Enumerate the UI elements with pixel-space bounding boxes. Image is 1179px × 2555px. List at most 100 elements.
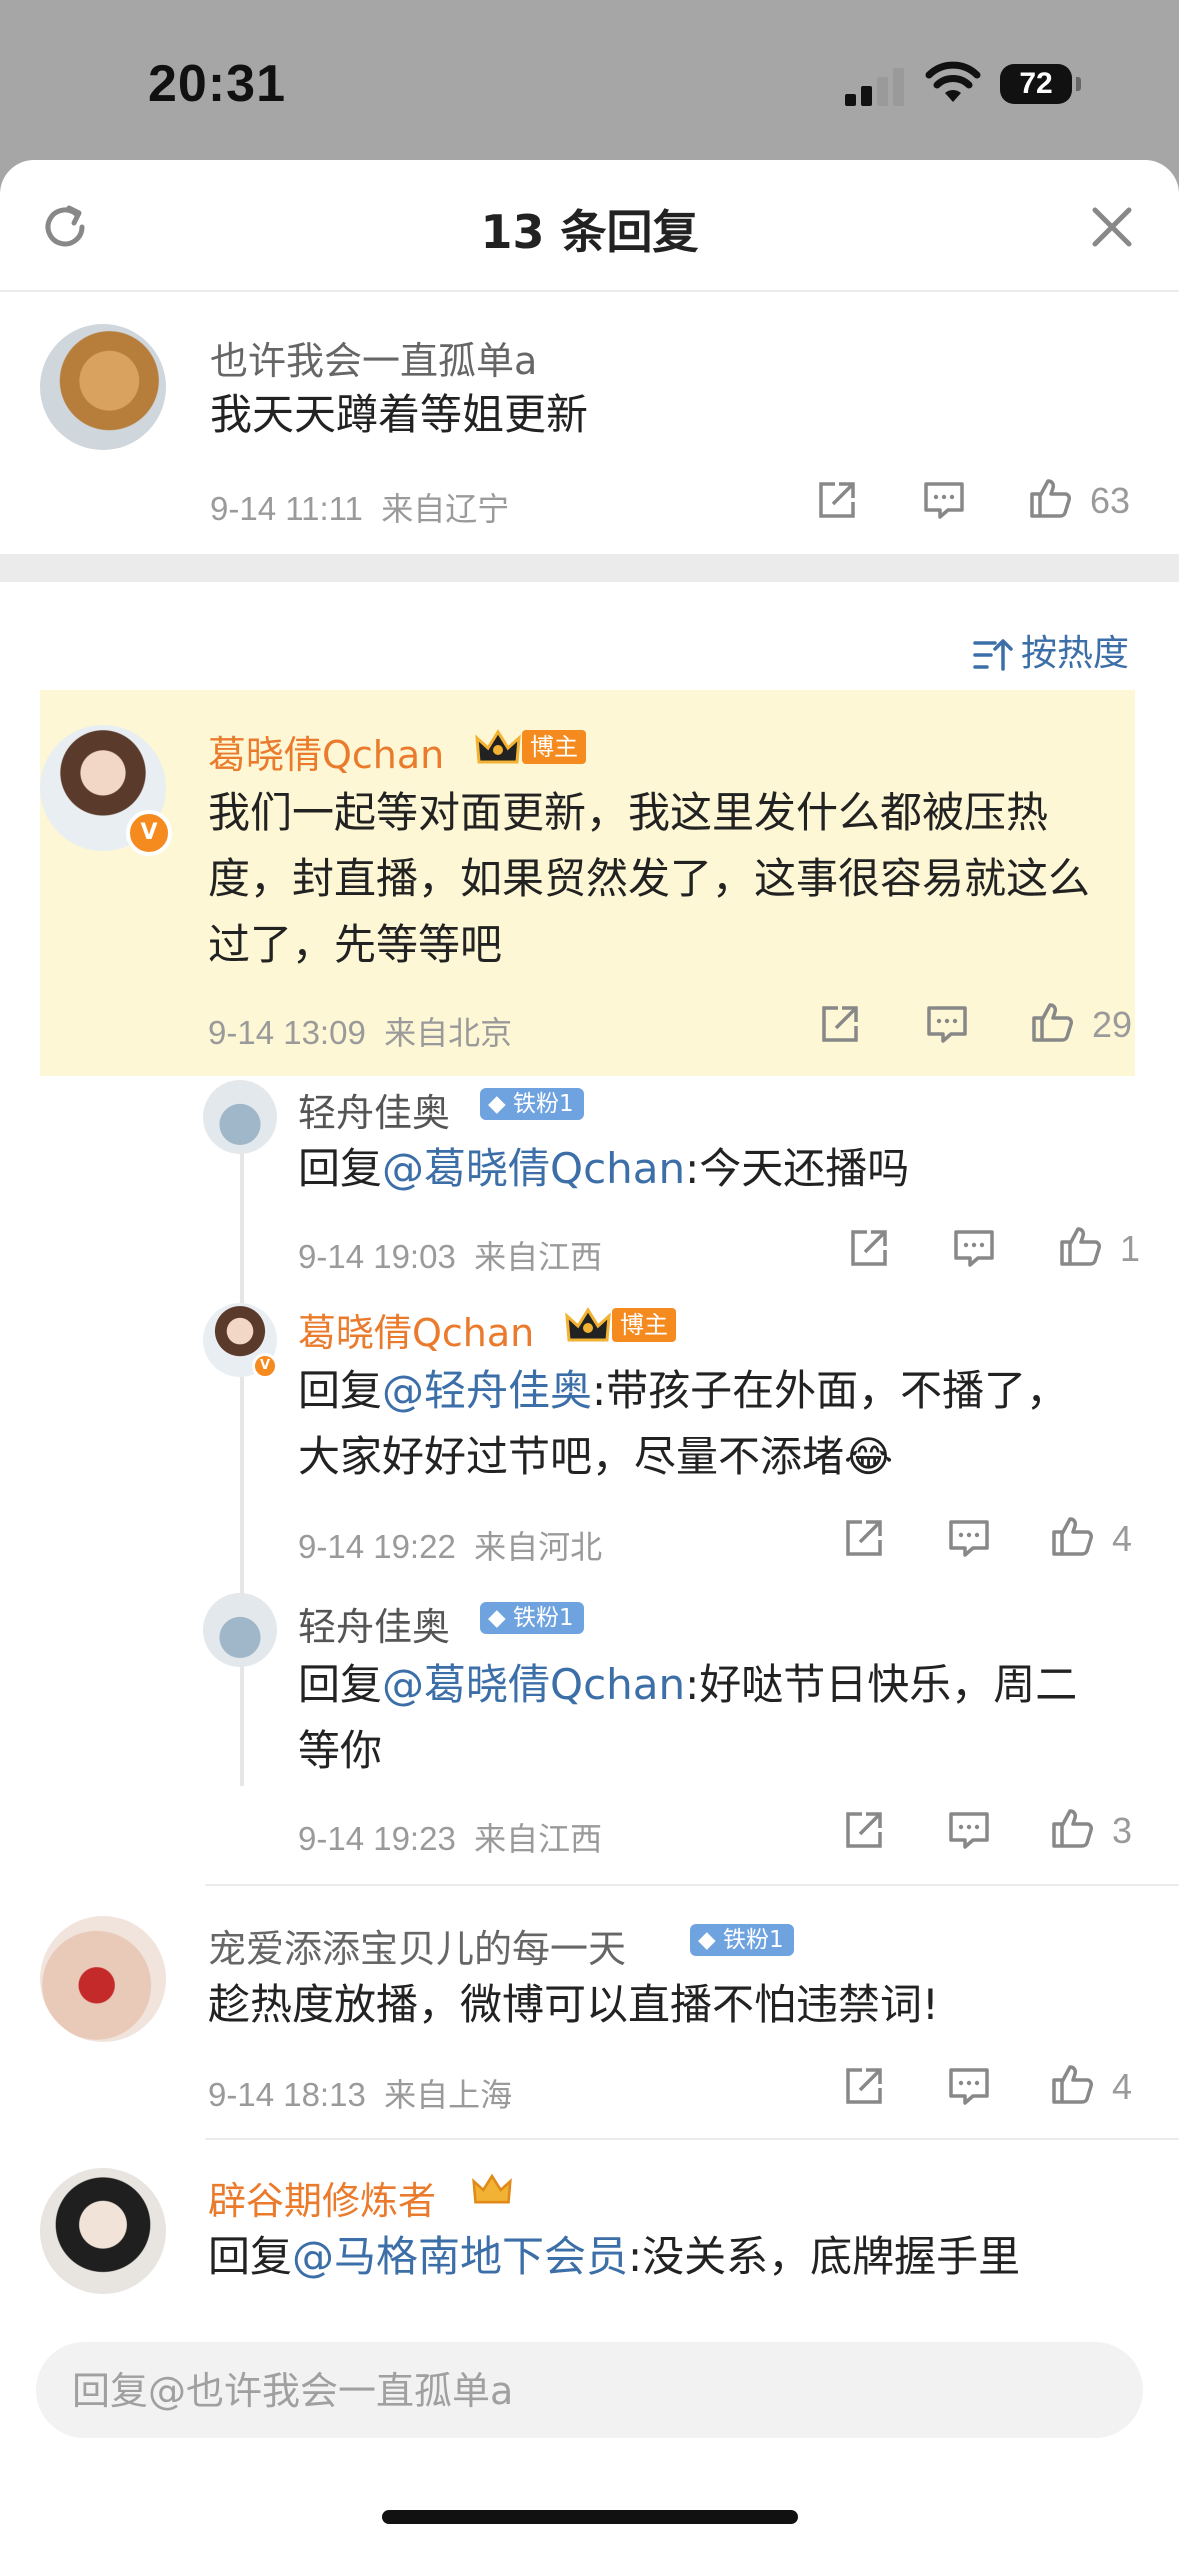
- like-icon[interactable]: [1058, 1224, 1102, 1268]
- cellular-signal-icon: [845, 64, 905, 106]
- share-icon[interactable]: [842, 2064, 886, 2108]
- reply-prefix: 回复: [298, 1366, 383, 1415]
- like-icon[interactable]: [1050, 1514, 1094, 1558]
- like-count: 29: [1092, 1004, 1133, 1045]
- fan-badge: ◆ 铁粉1: [480, 1602, 584, 1634]
- mention-link[interactable]: @葛晓倩Qchan: [382, 1660, 685, 1709]
- comment-location: 来自辽宁: [381, 490, 510, 528]
- like-count: 4: [1112, 1518, 1133, 1559]
- like-icon[interactable]: [1030, 1000, 1074, 1044]
- like-count: 4: [1112, 2066, 1133, 2107]
- reply-text: 回复@葛晓倩Qchan:今天还播吗: [298, 1136, 909, 1202]
- comment-location: 来自河北: [474, 1528, 603, 1566]
- comment-date: 9-14 18:13: [208, 2076, 366, 2113]
- comment-date: 9-14 19:23: [298, 1820, 456, 1857]
- input-area: [0, 2310, 1179, 2555]
- blogger-badge: 博主: [522, 730, 586, 764]
- like-count: 3: [1112, 1810, 1133, 1851]
- comment-separator: [205, 1884, 1179, 1886]
- like-icon[interactable]: [1028, 476, 1072, 520]
- fan-badge-label: 铁粉1: [513, 1091, 574, 1117]
- comment-location: 来自上海: [384, 2076, 513, 2114]
- reply-text: 回复@轻舟佳奥:带孩子在外面，不播了，大家好好过节吧，尽量不添堵😂: [298, 1358, 1098, 1490]
- reply-icon[interactable]: [925, 1002, 969, 1046]
- commenter-name[interactable]: 也许我会一直孤单a: [210, 330, 537, 385]
- share-icon[interactable]: [815, 478, 859, 522]
- laughing-crying-emoji-icon: 😂: [844, 1432, 894, 1481]
- like-count: 63: [1090, 480, 1131, 521]
- commenter-name[interactable]: 辟谷期修炼者: [208, 2170, 436, 2225]
- reply-icon[interactable]: [947, 1808, 991, 1852]
- reply-input-container[interactable]: [36, 2342, 1143, 2440]
- avatar[interactable]: [203, 1593, 277, 1667]
- comment-text: 趁热度放播，微博可以直播不怕违禁词!: [208, 1980, 939, 2029]
- status-bar: 20:31 72: [0, 0, 1179, 170]
- reply-input[interactable]: [70, 2342, 1114, 2440]
- replies-sheet: 13 条回复 也许我会一直孤单a 我天天蹲着等姐更新 9-14 11:11 来自…: [0, 160, 1179, 2555]
- avatar[interactable]: [40, 1916, 166, 2042]
- verified-badge-icon: V: [252, 1353, 278, 1379]
- share-icon[interactable]: [842, 1516, 886, 1560]
- avatar[interactable]: [40, 2168, 166, 2294]
- comment-text: 我天天蹲着等姐更新: [210, 390, 589, 439]
- fan-badge-label: 铁粉1: [723, 1927, 784, 1953]
- reply-icon[interactable]: [922, 478, 966, 522]
- sheet-title: 13 条回复: [480, 205, 699, 259]
- sort-by-hot-button[interactable]: 按热度: [973, 624, 1129, 676]
- share-icon[interactable]: [818, 1002, 862, 1046]
- home-indicator: [382, 2510, 798, 2524]
- sort-label: 按热度: [1021, 633, 1130, 674]
- blogger-badge: 博主: [612, 1308, 676, 1342]
- reply-icon[interactable]: [947, 2064, 991, 2108]
- reply-content: :没关系，底牌握手里: [628, 2232, 1021, 2281]
- comment-meta: 9-14 19:23 来自江西: [298, 1814, 602, 1860]
- share-icon[interactable]: [842, 1808, 886, 1852]
- reply-icon[interactable]: [952, 1226, 996, 1270]
- mention-link[interactable]: @葛晓倩Qchan: [382, 1144, 685, 1193]
- reply-content: :今天还播吗: [685, 1144, 910, 1193]
- commenter-name[interactable]: 葛晓倩Qchan: [208, 724, 444, 779]
- sort-icon: [973, 639, 1013, 671]
- like-icon[interactable]: [1050, 1806, 1094, 1850]
- comment-meta: 9-14 19:03 来自江西: [298, 1232, 602, 1278]
- commenter-name[interactable]: 轻舟佳奥: [298, 1082, 450, 1137]
- comment-separator: [205, 2138, 1179, 2140]
- fan-badge: ◆ 铁粉1: [480, 1088, 584, 1120]
- reply-prefix: 回复: [208, 2232, 293, 2281]
- commenter-name[interactable]: 宠爱添添宝贝儿的每一天: [208, 1918, 626, 1973]
- status-time: 20:31: [148, 55, 286, 113]
- mention-link[interactable]: @马格南地下会员: [292, 2232, 628, 2281]
- close-icon[interactable]: [1087, 202, 1137, 252]
- reply-icon[interactable]: [947, 1516, 991, 1560]
- comment-meta: 9-14 18:13 来自上海: [208, 2070, 512, 2116]
- share-icon[interactable]: [847, 1226, 891, 1270]
- comment-date: 9-14 11:11: [210, 490, 363, 527]
- wifi-icon: [925, 61, 981, 102]
- like-count: 1: [1120, 1228, 1141, 1269]
- crown-icon: [475, 728, 521, 768]
- reply-prefix: 回复: [298, 1144, 383, 1193]
- verified-badge-icon: V: [126, 810, 172, 856]
- comment-text: 我们一起等对面更新，我这里发什么都被压热度，封直播，如果贸然发了，这事很容易就这…: [208, 788, 1091, 969]
- crown-icon: [472, 2172, 512, 2208]
- avatar[interactable]: [203, 1080, 277, 1154]
- fan-badge-label: 铁粉1: [513, 1605, 574, 1631]
- comment-location: 来自北京: [384, 1014, 513, 1052]
- comment-date: 9-14 19:22: [298, 1528, 456, 1565]
- reply-prefix: 回复: [298, 1660, 383, 1709]
- thread-line: [240, 1150, 244, 1786]
- comment-meta: 9-14 13:09 来自北京: [208, 1008, 512, 1054]
- comment-text: 回复@马格南地下会员:没关系，底牌握手里: [208, 2224, 1020, 2290]
- comment-date: 9-14 19:03: [298, 1238, 456, 1275]
- comment-meta: 9-14 11:11 来自辽宁: [210, 484, 509, 530]
- commenter-name[interactable]: 轻舟佳奥: [298, 1596, 450, 1651]
- battery-indicator: 72: [1000, 64, 1081, 104]
- comment-location: 来自江西: [474, 1820, 603, 1858]
- comment-date: 9-14 13:09: [208, 1014, 366, 1051]
- crown-icon: [565, 1306, 611, 1346]
- section-divider: [0, 554, 1179, 582]
- avatar[interactable]: [40, 324, 166, 450]
- commenter-name[interactable]: 葛晓倩Qchan: [298, 1302, 534, 1357]
- like-icon[interactable]: [1050, 2062, 1094, 2106]
- mention-link[interactable]: @轻舟佳奥: [382, 1366, 592, 1415]
